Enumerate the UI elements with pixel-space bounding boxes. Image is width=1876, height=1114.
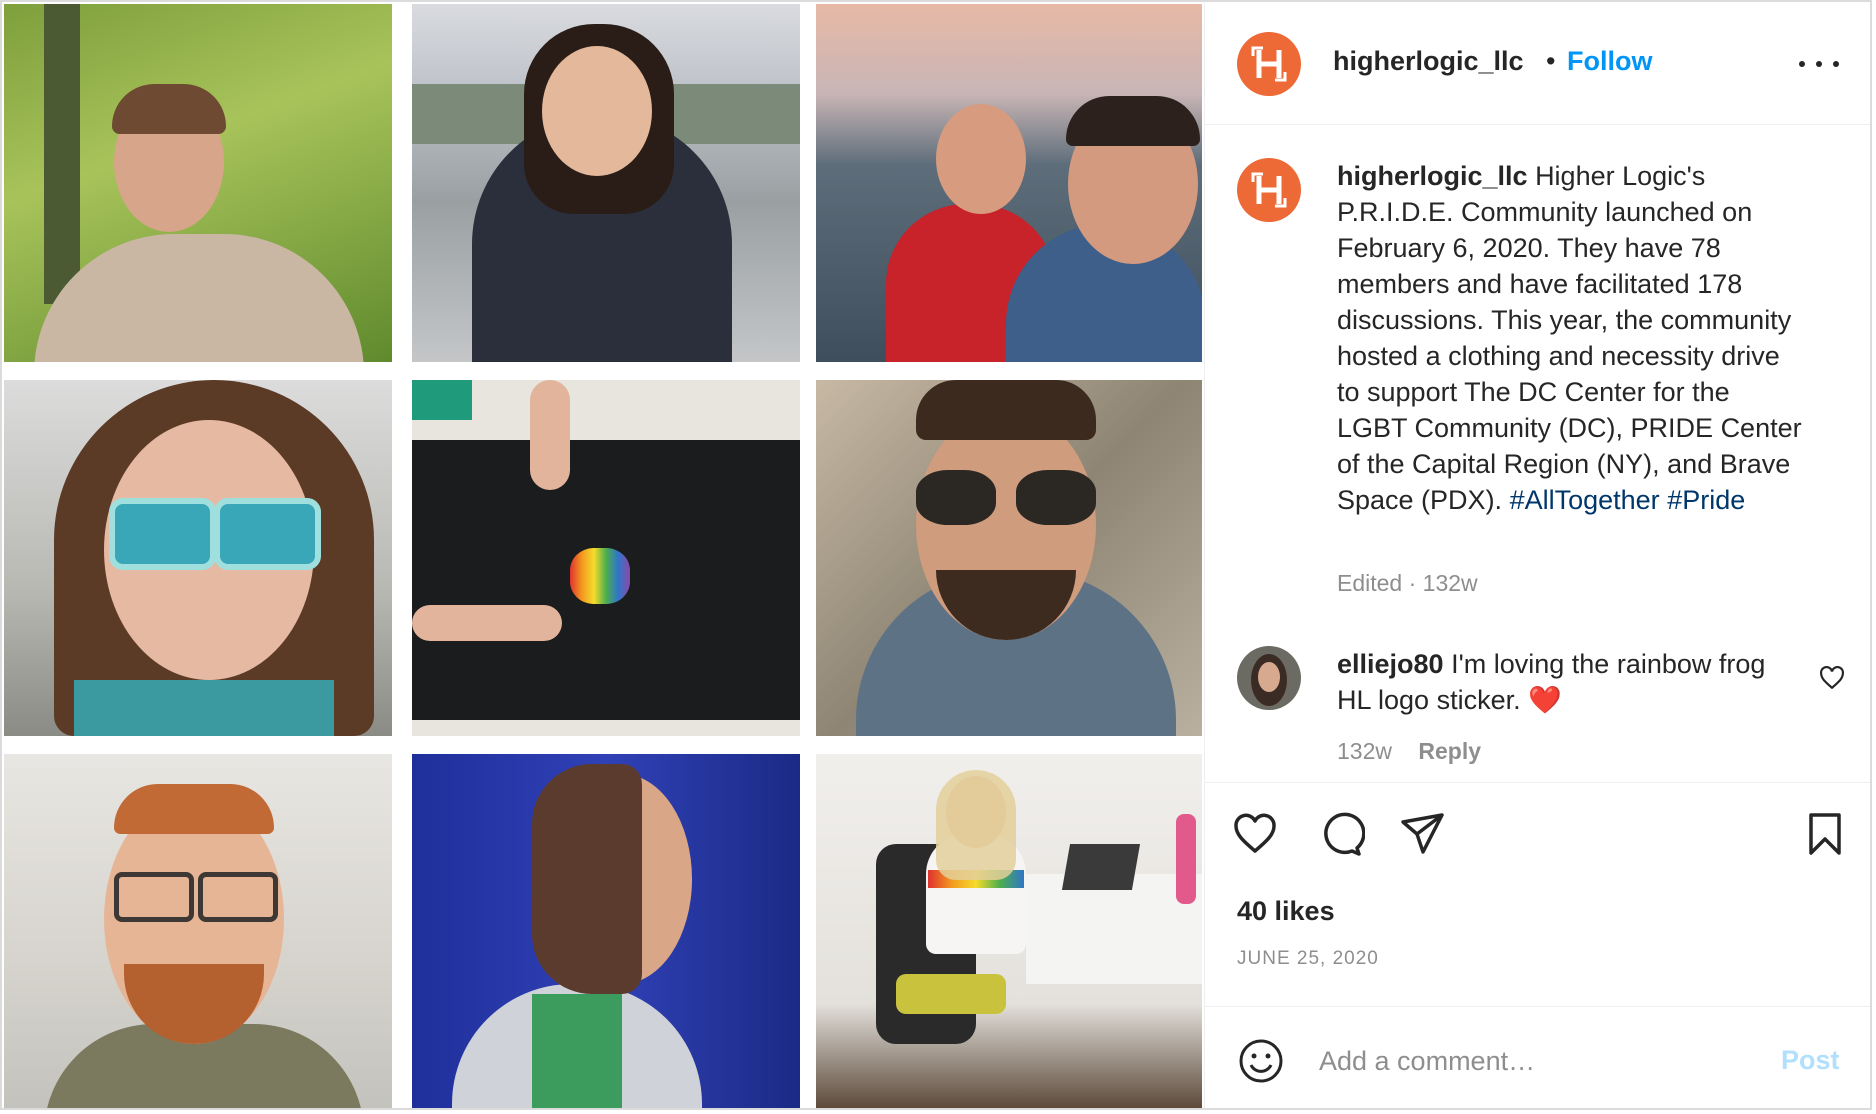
photo-woman-smiling-outdoors [412,4,800,362]
photo-man-bearded-sunglasses [816,380,1202,736]
comment-age: 132w [1337,738,1392,764]
photo-laptop-rainbow-sticker [412,380,800,736]
hashtag-alltogether[interactable]: #AllTogether [1510,485,1660,515]
photo-two-men-by-water [816,4,1202,362]
post-date: JUNE 25, 2020 [1237,948,1379,969]
instagram-post: higherlogic_llc • Follow higherlogic_llc… [0,0,1872,1110]
comment-like-icon[interactable] [1819,666,1845,690]
follow-button[interactable]: Follow [1567,46,1652,77]
photo-woman-teal-sunglasses [4,380,392,736]
likes-count[interactable]: 40 likes [1237,896,1335,927]
share-icon[interactable] [1399,810,1447,858]
post-details-panel: higherlogic_llc • Follow higherlogic_llc… [1204,2,1870,1108]
comment: elliejo80 I'm loving the rainbow frog HL… [1337,646,1777,718]
higher-logic-logo-icon [1251,172,1287,208]
caption-username[interactable]: higherlogic_llc [1337,161,1528,191]
photo-woman-speaking-stage [412,754,800,1108]
author-avatar[interactable] [1237,32,1301,96]
actions-divider [1205,782,1870,783]
comment-input[interactable] [1317,1035,1761,1087]
photo-man-in-garden [4,4,392,362]
caption-text: Higher Logic's P.R.I.D.E. Community laun… [1337,161,1802,515]
post-caption: higherlogic_llc Higher Logic's P.R.I.D.E… [1337,158,1807,518]
caption-author-avatar[interactable] [1237,158,1301,222]
photo-man-glasses-red-beard [4,754,392,1108]
post-image-collage[interactable] [2,2,1202,1108]
commenter-avatar[interactable] [1237,646,1301,710]
comment-icon[interactable] [1317,810,1365,858]
post-comment-button[interactable]: Post [1781,1045,1840,1076]
caption-edited-age: Edited · 132w [1337,570,1478,596]
heart-icon[interactable] [1231,810,1279,858]
add-comment-bar: Post [1205,1006,1870,1108]
bookmark-icon[interactable] [1801,810,1849,858]
separator-dot: • [1546,46,1556,76]
more-icon[interactable] [1799,52,1839,76]
comment-username[interactable]: elliejo80 [1337,649,1444,679]
post-header: higherlogic_llc • Follow [1205,2,1870,125]
comment-meta: 132w Reply [1337,738,1481,765]
hashtag-pride[interactable]: #Pride [1667,485,1745,515]
photo-woman-office-desk [816,754,1202,1108]
author-username[interactable]: higherlogic_llc [1333,46,1524,77]
reply-button[interactable]: Reply [1418,738,1481,764]
emoji-icon[interactable] [1237,1037,1285,1085]
higher-logic-logo-icon [1251,46,1287,82]
